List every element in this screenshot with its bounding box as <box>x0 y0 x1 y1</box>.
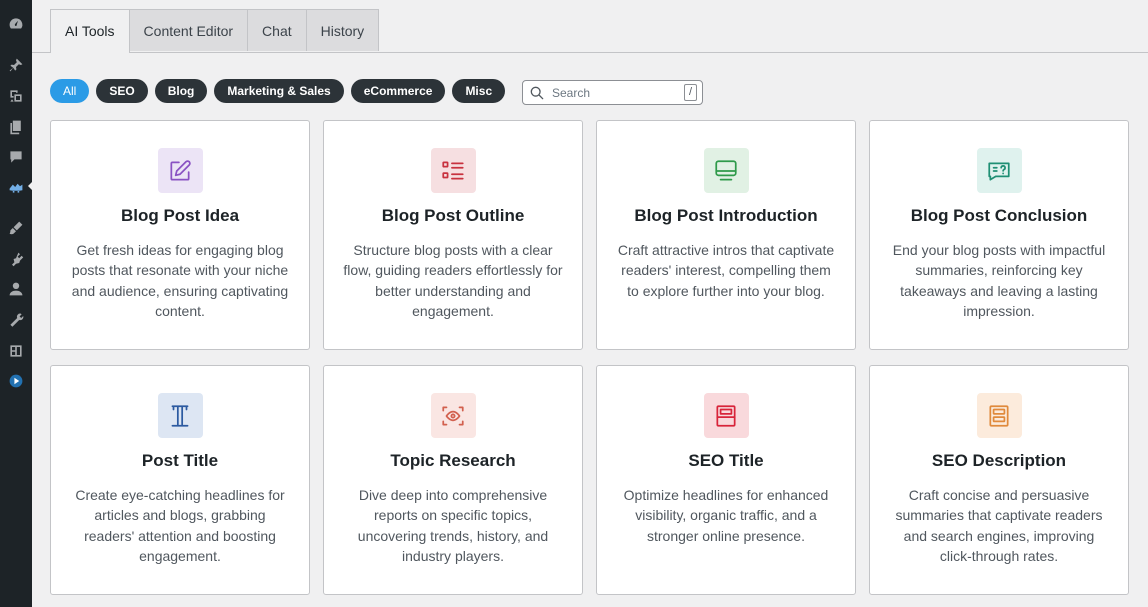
tool-card-seo-title[interactable]: SEO Title Optimize headlines for enhance… <box>596 365 856 595</box>
tab-divider <box>32 52 1148 53</box>
appearance-icon[interactable] <box>5 217 27 239</box>
tool-card-description: End your blog posts with impactful summa… <box>892 242 1106 319</box>
tool-card-title: Blog Post Conclusion <box>910 206 1088 225</box>
filter-misc[interactable]: Misc <box>452 79 506 103</box>
tab-chat[interactable]: Chat <box>247 9 307 51</box>
tab-bar: AI Tools Content Editor Chat History <box>50 9 380 53</box>
blocks-icon[interactable] <box>5 340 27 362</box>
users-icon[interactable] <box>5 278 27 300</box>
tool-card-title: Blog Post Outline <box>381 206 525 225</box>
layout-description-icon <box>976 393 1022 438</box>
tool-card-description: Create eye-catching headlines for articl… <box>75 487 285 564</box>
tab-ai-tools[interactable]: AI Tools <box>50 9 130 53</box>
tool-card-description: Dive deep into comprehensive reports on … <box>357 487 549 564</box>
tool-card-title: SEO Title <box>688 451 764 470</box>
tool-card-blog-post-conclusion[interactable]: Blog Post Conclusion End your blog posts… <box>869 120 1129 350</box>
filter-seo[interactable]: SEO <box>96 79 148 103</box>
search-box: / <box>522 80 703 105</box>
tools-icon[interactable] <box>5 309 27 331</box>
tab-history[interactable]: History <box>305 9 380 51</box>
pages-icon[interactable] <box>5 116 27 138</box>
search-shortcut-key: / <box>684 84 697 101</box>
tool-card-description: Structure blog posts with a clear flow, … <box>343 242 563 319</box>
tool-card-description: Optimize headlines for enhanced visibili… <box>623 487 829 544</box>
tool-card-blog-post-outline[interactable]: Blog Post Outline Structure blog posts w… <box>323 120 583 350</box>
tool-card-blog-post-introduction[interactable]: Blog Post Introduction Craft attractive … <box>596 120 856 350</box>
tool-card-description: Get fresh ideas for engaging blog posts … <box>71 242 289 319</box>
tab-content-editor[interactable]: Content Editor <box>128 9 249 51</box>
message-question-icon <box>976 148 1022 193</box>
tool-card-blog-post-idea[interactable]: Blog Post Idea Get fresh ideas for engag… <box>50 120 310 350</box>
layout-title-icon <box>703 393 749 438</box>
tool-card-description: Craft attractive intros that captivate r… <box>617 242 835 299</box>
tool-card-post-title[interactable]: Post Title Create eye-catching headlines… <box>50 365 310 595</box>
tool-card-title: Blog Post Idea <box>120 206 240 225</box>
title-icon <box>157 393 203 438</box>
filter-ecommerce[interactable]: eCommerce <box>350 79 446 103</box>
admin-sidebar <box>0 0 33 607</box>
comments-icon[interactable] <box>5 146 27 168</box>
tool-card-title: Topic Research <box>390 451 516 470</box>
tool-card-title: Blog Post Introduction <box>634 206 818 225</box>
filter-blog[interactable]: Blog <box>154 79 208 103</box>
filter-all[interactable]: All <box>50 79 90 103</box>
pin-icon[interactable] <box>5 54 27 76</box>
plugins-icon[interactable] <box>5 248 27 270</box>
tools-grid: Blog Post Idea Get fresh ideas for engag… <box>50 120 1129 595</box>
media-icon[interactable] <box>5 85 27 107</box>
dashboard-icon[interactable] <box>5 13 27 35</box>
tool-card-seo-description[interactable]: SEO Description Craft concise and persua… <box>869 365 1129 595</box>
category-filters: All SEO Blog Marketing & Sales eCommerce… <box>50 79 506 103</box>
tool-card-title: Post Title <box>141 451 219 470</box>
list-icon <box>430 148 476 193</box>
tool-card-title: SEO Description <box>931 451 1067 470</box>
edit-icon <box>157 148 203 193</box>
ai-plugin-icon[interactable] <box>5 176 27 198</box>
filter-marketing-sales[interactable]: Marketing & Sales <box>214 79 344 103</box>
search-input[interactable] <box>552 85 680 100</box>
search-icon <box>530 86 544 99</box>
monitor-icon <box>703 148 749 193</box>
tool-card-topic-research[interactable]: Topic Research Dive deep into comprehens… <box>323 365 583 595</box>
scan-eye-icon <box>430 393 476 438</box>
active-menu-pointer <box>28 181 33 191</box>
video-icon[interactable] <box>5 370 27 392</box>
tool-card-description: Craft concise and persuasive summaries t… <box>895 487 1103 564</box>
